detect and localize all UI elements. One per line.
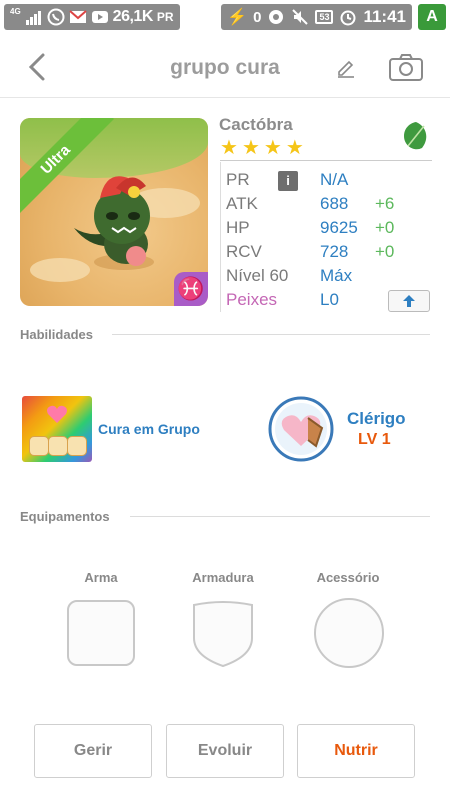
skill-name[interactable]: Cura em Grupo [98,421,200,437]
youtube-icon [91,11,108,23]
header: grupo cura [0,34,450,98]
accessory-slot[interactable] [314,598,384,668]
feed-button[interactable]: Nutrir [297,724,415,778]
pisces-icon: ♓ [174,272,208,306]
stat-value: Máx [320,266,353,285]
bolt-icon: ⚡ [227,9,248,26]
info-icon[interactable]: i [278,171,298,191]
weapon-label: Arma [84,570,118,585]
app-notification-icon: A [418,4,446,30]
pr-label: PR [156,10,174,24]
abilities-divider [112,334,430,335]
pencil-icon[interactable] [335,56,357,78]
abilities-title: Habilidades [20,327,93,342]
stat-value: 688 [320,194,349,213]
status-bar: 4G 26,1K PR ⚡ 0 53 11:41 A [0,0,450,34]
weapon-slot[interactable] [67,600,135,666]
stat-label: Nível 60 [226,266,289,285]
stat-bonus: +0 [375,242,395,261]
notification-count: 0 [253,8,262,26]
armor-slot[interactable] [191,600,255,668]
leaf-icon [404,122,427,150]
stat-label: Peixes [226,290,278,309]
star-rating: ★ ★ ★ ★ [220,138,304,158]
stats-divider [220,160,432,161]
game-icon [269,10,284,24]
stat-label: PR [226,170,250,189]
creature-portrait[interactable]: Ultra ♓ [20,118,208,306]
star-icon: ★ [220,137,238,159]
stat-value: L0 [320,290,339,309]
stat-row-hp: HP 9625 +0 [226,218,436,242]
gmail-icon [69,10,87,23]
cleric-icon[interactable] [268,396,334,462]
star-icon: ★ [263,137,282,159]
battery-level: 53 [315,10,334,24]
upgrade-button[interactable] [388,290,430,312]
whatsapp-icon [47,8,65,26]
stat-value: 9625 [320,218,358,237]
stat-label: RCV [226,242,262,261]
heart-icon [47,405,67,423]
stat-row-atk: ATK 688 +6 [226,194,436,218]
alarm-icon [340,10,356,26]
creature-name: Cactóbra [219,115,293,134]
accessory-label: Acessório [316,570,380,585]
clock: 11:41 [363,7,406,26]
skill-icon[interactable] [22,396,92,462]
star-icon: ★ [241,137,260,159]
page-title: grupo cura [170,56,280,79]
armor-label: Armadura [192,570,254,585]
stat-bonus: +0 [375,218,395,237]
counter-text: 26,1K [112,8,154,25]
mute-icon [292,9,309,25]
status-left-group: 4G 26,1K PR [4,4,180,30]
equipment-title: Equipamentos [20,509,110,524]
manage-button[interactable]: Gerir [34,724,152,778]
equipment-divider [130,516,430,517]
stats-vline [220,162,221,312]
stat-row-level: Nível 60 Máx [226,266,436,290]
stat-label: ATK [226,194,258,213]
stat-bonus: +6 [375,194,395,213]
stat-row-sign: Peixes L0 [226,290,436,314]
network-type: 4G [10,6,21,16]
stat-label: HP [226,218,250,237]
evolve-button[interactable]: Evoluir [166,724,284,778]
creature-sprite [74,176,154,270]
class-level: LV 1 [358,431,391,448]
status-right-group: ⚡ 0 53 11:41 [221,4,412,30]
stat-row-pr: PR i N/A [226,170,436,194]
class-name: Clérigo [347,409,406,428]
signal-icon [25,11,41,25]
arrow-up-icon [403,295,415,307]
star-icon: ★ [285,137,304,159]
stat-row-rcv: RCV 728 +0 [226,242,436,266]
stat-value: 728 [320,242,349,261]
camera-icon[interactable] [388,52,424,82]
stat-value: N/A [320,170,349,189]
